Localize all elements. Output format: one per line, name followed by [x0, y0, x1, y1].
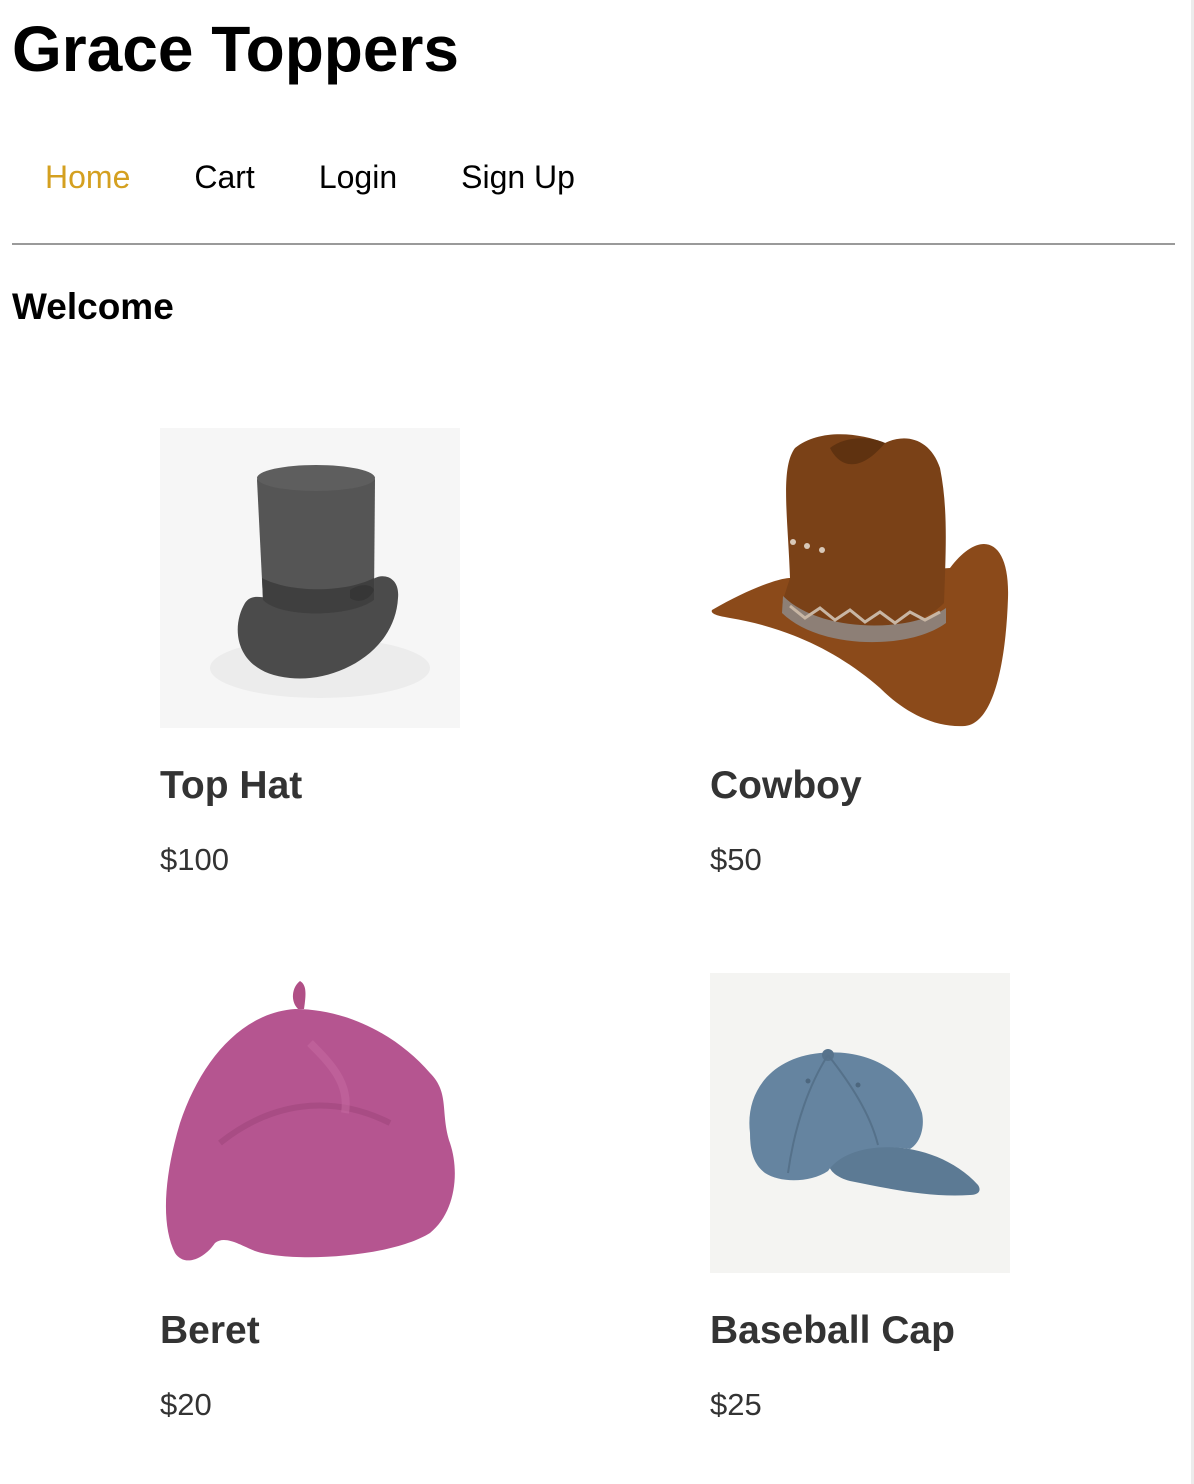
product-card[interactable]: Top Hat $100 [160, 428, 560, 877]
nav-home-link[interactable]: Home [45, 155, 130, 199]
product-name[interactable]: Cowboy [710, 762, 862, 810]
product-name[interactable]: Beret [160, 1307, 260, 1355]
nav-signup-link[interactable]: Sign Up [461, 155, 575, 199]
product-card[interactable]: Beret $20 [160, 973, 560, 1422]
nav-cart-link[interactable]: Cart [194, 155, 254, 199]
header-divider [12, 243, 1175, 245]
top-hat-image[interactable] [160, 428, 460, 728]
product-name[interactable]: Baseball Cap [710, 1307, 955, 1355]
page: Grace Toppers Home Cart Login Sign Up We… [0, 0, 1194, 1484]
baseball-cap-image[interactable] [710, 973, 1010, 1273]
product-card[interactable]: Baseball Cap $25 [710, 973, 1110, 1422]
product-price: $20 [160, 1387, 212, 1422]
product-card[interactable]: Cowboy $50 [710, 428, 1110, 877]
beret-image[interactable] [160, 973, 460, 1273]
product-price: $100 [160, 842, 229, 877]
nav-login-link[interactable]: Login [319, 155, 397, 199]
product-price: $25 [710, 1387, 762, 1422]
cowboy-hat-image[interactable] [710, 428, 1010, 728]
welcome-heading: Welcome [12, 286, 174, 327]
product-price: $50 [710, 842, 762, 877]
product-name[interactable]: Top Hat [160, 762, 302, 810]
site-title: Grace Toppers [12, 13, 459, 85]
main-nav: Home Cart Login Sign Up [45, 155, 639, 199]
